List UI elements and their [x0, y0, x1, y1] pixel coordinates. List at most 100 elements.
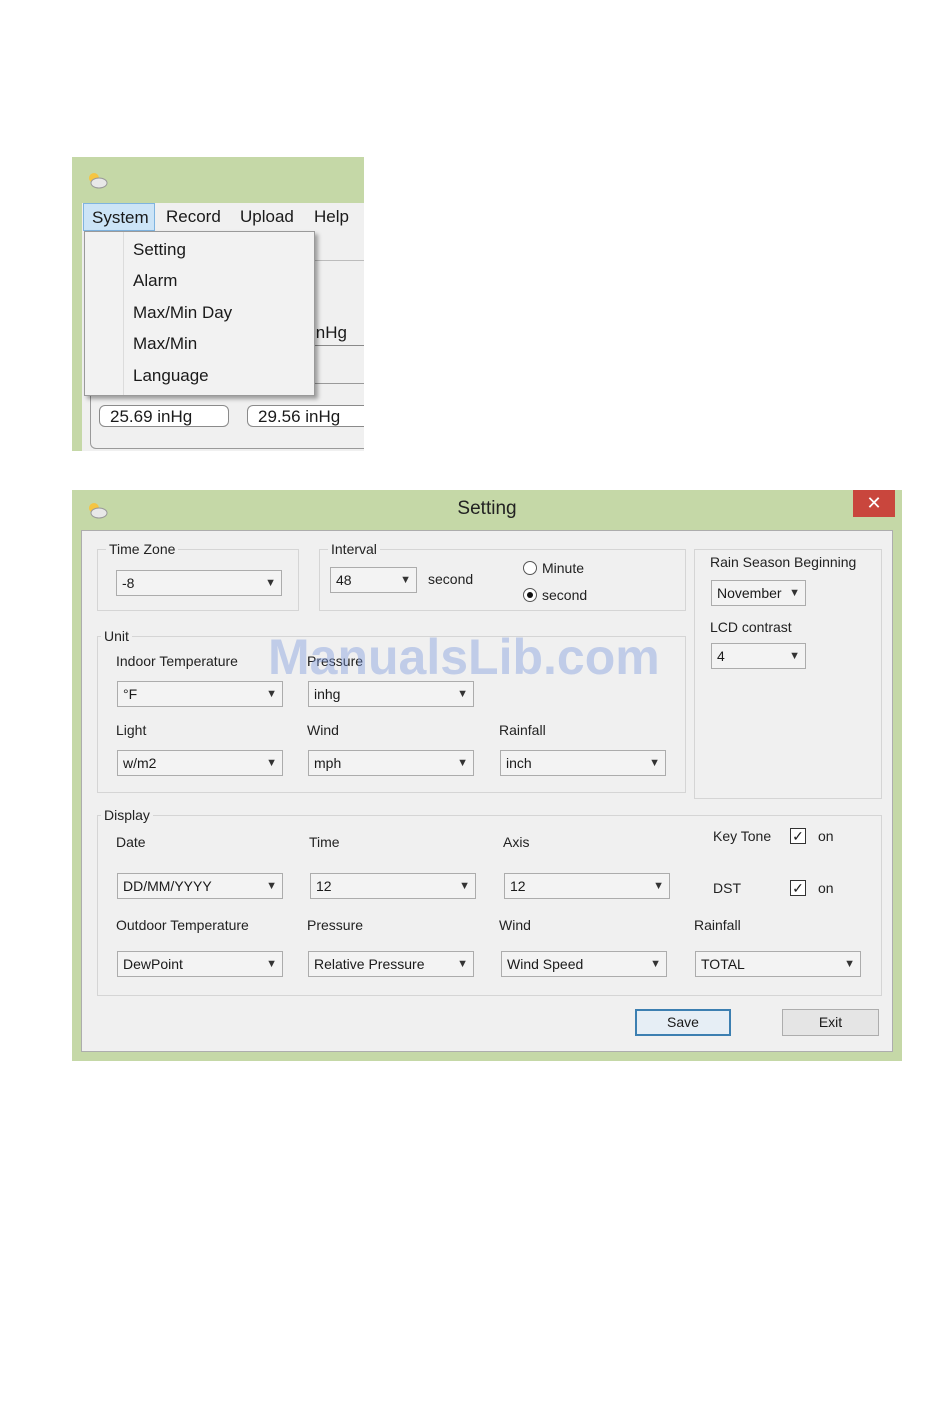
- radio-second[interactable]: [523, 588, 537, 602]
- interval-unit: second: [428, 571, 474, 587]
- current-pressure-field: 25.69 inHg: [99, 405, 229, 427]
- checkmark-icon: ✓: [792, 880, 804, 896]
- time-zone-group: Time Zone -8 ▼: [97, 541, 299, 611]
- indoor-temperature-value: °F: [123, 686, 138, 702]
- display-pressure-value: Relative Pressure: [314, 956, 425, 972]
- chevron-down-icon: ▼: [266, 958, 277, 970]
- unit-rainfall-select[interactable]: inch ▼: [500, 750, 666, 776]
- unit-wind-value: mph: [314, 755, 342, 771]
- menu-item-setting[interactable]: Setting: [133, 236, 186, 264]
- time-label: Time: [309, 834, 340, 850]
- chevron-down-icon: ▼: [653, 880, 664, 892]
- menu-item-max-min-day[interactable]: Max/Min Day: [133, 299, 232, 327]
- date-format-value: DD/MM/YYYY: [123, 878, 212, 894]
- display-wind-label: Wind: [499, 917, 531, 933]
- interval-value: 48: [336, 572, 352, 588]
- unit-label: Unit: [101, 628, 132, 644]
- date-format-select[interactable]: DD/MM/YYYY ▼: [117, 873, 283, 899]
- light-value: w/m2: [123, 755, 157, 771]
- checkmark-icon: ✓: [792, 828, 804, 844]
- display-rainfall-select[interactable]: TOTAL ▼: [695, 951, 861, 977]
- display-wind-select[interactable]: Wind Speed ▼: [501, 951, 667, 977]
- chevron-down-icon: ▼: [266, 880, 277, 892]
- menu-bar: System Record Upload Help: [82, 203, 364, 233]
- menu-item-max-min[interactable]: Max/Min: [133, 330, 197, 358]
- dst-on-label: on: [818, 880, 834, 896]
- lcd-contrast-value: 4: [717, 648, 725, 664]
- rain-season-group: Rain Season Beginning November ▼ LCD con…: [694, 549, 882, 799]
- close-button[interactable]: ✕: [853, 490, 895, 517]
- menu-icon-gutter: [123, 232, 124, 395]
- time-zone-label: Time Zone: [106, 541, 179, 557]
- rain-season-label: Rain Season Beginning: [710, 554, 857, 570]
- radio-second-label: second: [542, 587, 588, 603]
- display-rainfall-label: Rainfall: [694, 917, 741, 933]
- outdoor-temperature-select[interactable]: DewPoint ▼: [117, 951, 283, 977]
- interval-group: Interval 48 ▼ second Minute second: [319, 541, 686, 611]
- date-label: Date: [116, 834, 146, 850]
- menu-item-alarm[interactable]: Alarm: [133, 267, 177, 295]
- rain-season-select[interactable]: November ▼: [711, 580, 806, 606]
- radio-minute-label: Minute: [542, 560, 585, 576]
- exit-button[interactable]: Exit: [782, 1009, 879, 1036]
- axis-label: Axis: [503, 834, 530, 850]
- display-label: Display: [101, 807, 153, 823]
- chevron-down-icon: ▼: [789, 587, 800, 599]
- time-zone-select[interactable]: -8 ▼: [116, 570, 282, 596]
- interval-select[interactable]: 48 ▼: [330, 567, 417, 593]
- lcd-contrast-select[interactable]: 4 ▼: [711, 643, 806, 669]
- menu-help[interactable]: Help: [306, 203, 357, 231]
- pressure-field: 29.56 inHg: [247, 405, 364, 427]
- display-rainfall-value: TOTAL: [701, 956, 745, 972]
- pressure-value-behind-menu: inHg: [308, 321, 364, 346]
- display-wind-value: Wind Speed: [507, 956, 584, 972]
- key-tone-label: Key Tone: [713, 828, 772, 844]
- chevron-down-icon: ▼: [789, 650, 800, 662]
- weather-app-icon: [89, 173, 108, 189]
- menu-record[interactable]: Record: [158, 203, 229, 231]
- chevron-down-icon: ▼: [457, 757, 468, 769]
- radio-minute[interactable]: [523, 561, 537, 575]
- display-pressure-label: Pressure: [307, 917, 364, 933]
- menu-upload[interactable]: Upload: [232, 203, 302, 231]
- chevron-down-icon: ▼: [459, 880, 470, 892]
- light-select[interactable]: w/m2 ▼: [117, 750, 283, 776]
- system-dropdown-menu: Setting Alarm Max/Min Day Max/Min Langua…: [84, 231, 315, 396]
- unit-wind-label: Wind: [307, 722, 339, 738]
- dialog-title: Setting: [457, 498, 517, 519]
- key-tone-on-label: on: [818, 828, 834, 844]
- chevron-down-icon: ▼: [457, 958, 468, 970]
- watermark: ManualsLib.com: [268, 629, 660, 685]
- chevron-down-icon: ▼: [400, 574, 411, 586]
- chevron-down-icon: ▼: [844, 958, 855, 970]
- rain-season-value: November: [717, 585, 782, 601]
- time-format-select[interactable]: 12 ▼: [310, 873, 476, 899]
- indoor-temperature-select[interactable]: °F ▼: [117, 681, 283, 707]
- display-pressure-select[interactable]: Relative Pressure ▼: [308, 951, 474, 977]
- display-group: Display Date DD/MM/YYYY ▼ Time 12 ▼ Axis…: [97, 807, 882, 996]
- dialog-client-area: Time Zone -8 ▼ Interval 48 ▼ second Minu…: [81, 530, 893, 1052]
- unit-rainfall-value: inch: [506, 755, 532, 771]
- save-button[interactable]: Save: [635, 1009, 731, 1036]
- menu-system[interactable]: System: [83, 203, 155, 231]
- menu-item-language[interactable]: Language: [133, 362, 209, 390]
- light-label: Light: [116, 722, 147, 738]
- time-zone-value: -8: [122, 575, 135, 591]
- chevron-down-icon: ▼: [649, 757, 660, 769]
- outdoor-temperature-value: DewPoint: [123, 956, 183, 972]
- key-tone-checkbox[interactable]: ✓: [790, 828, 806, 844]
- dst-label: DST: [713, 880, 741, 896]
- interval-label: Interval: [328, 541, 380, 557]
- chevron-down-icon: ▼: [265, 577, 276, 589]
- time-format-value: 12: [316, 878, 332, 894]
- chevron-down-icon: ▼: [650, 958, 661, 970]
- unit-wind-select[interactable]: mph ▼: [308, 750, 474, 776]
- divider: [312, 260, 364, 261]
- axis-select[interactable]: 12 ▼: [504, 873, 670, 899]
- unit-rainfall-label: Rainfall: [499, 722, 546, 738]
- lcd-contrast-label: LCD contrast: [710, 619, 792, 635]
- chevron-down-icon: ▼: [266, 757, 277, 769]
- setting-dialog: Setting ✕ Time Zone -8 ▼ Interval 48 ▼ s…: [72, 490, 902, 1061]
- dst-checkbox[interactable]: ✓: [790, 880, 806, 896]
- indoor-temperature-label: Indoor Temperature: [116, 653, 238, 669]
